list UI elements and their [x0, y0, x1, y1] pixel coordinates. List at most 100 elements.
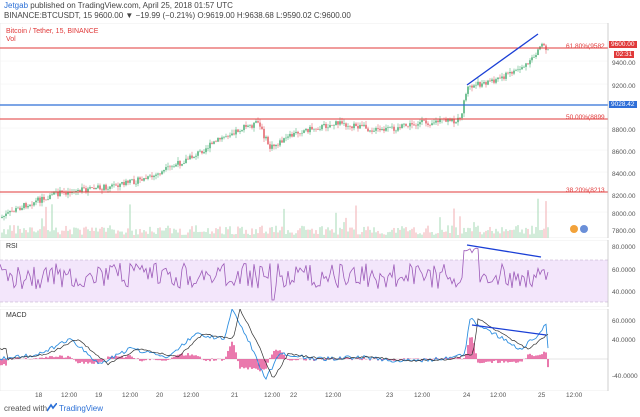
candle-body — [293, 132, 295, 137]
candle-body — [235, 129, 237, 135]
candle-body — [491, 79, 493, 82]
candle-body — [295, 131, 297, 133]
macd-histogram-bar — [73, 359, 75, 360]
macd-histogram-bar — [39, 357, 41, 359]
volume-bar — [347, 231, 349, 238]
volume-bar — [257, 233, 259, 238]
candle-body — [225, 136, 227, 137]
rsi-label: RSI — [6, 243, 18, 250]
volume-bar — [249, 234, 251, 238]
candle-body — [343, 123, 345, 124]
volume-bar — [501, 227, 503, 238]
volume-bar — [51, 204, 53, 238]
volume-bar — [399, 229, 401, 238]
macd-histogram-bar — [283, 354, 285, 359]
candle-body — [283, 138, 285, 143]
candle-body — [111, 184, 113, 187]
macd-histogram-bar — [517, 359, 519, 363]
macd-histogram-bar — [43, 358, 45, 359]
volume-bar — [99, 228, 101, 238]
author-link[interactable]: Jetgab — [4, 1, 28, 10]
volume-bar — [427, 225, 429, 238]
candle-body — [231, 133, 233, 136]
tradingview-brand-link[interactable]: TradingView — [59, 404, 103, 413]
price-tick: 8200.00 — [612, 193, 636, 200]
volume-bar — [459, 216, 461, 238]
price-pane[interactable]: Bitcoin / Tether, 15, BINANCE Vol 61.80%… — [0, 22, 640, 239]
macd-histogram-bar — [359, 359, 361, 360]
macd-chart[interactable] — [0, 307, 640, 392]
candle-body — [83, 187, 85, 189]
volume-bar — [33, 231, 35, 238]
candle-body — [249, 125, 251, 126]
volume-bar — [103, 227, 105, 238]
event-flag-icon[interactable] — [570, 225, 578, 233]
macd-histogram-bar — [45, 356, 47, 359]
candle-body — [109, 186, 111, 189]
candle-body — [537, 49, 539, 56]
candle-body — [535, 55, 537, 57]
time-axis[interactable]: 18 12:00 19 12:00 20 12:00 21 12:00 22 1… — [0, 391, 640, 401]
volume-bar — [213, 233, 215, 238]
volume-bar — [529, 234, 531, 238]
volume-bar — [313, 233, 315, 238]
candle-body — [19, 207, 21, 210]
candle-body — [277, 144, 279, 146]
volume-bar — [67, 230, 69, 238]
candle-body — [405, 123, 407, 126]
volume-bar — [185, 234, 187, 238]
candle-body — [511, 71, 513, 74]
volume-bar — [65, 225, 67, 238]
volume-bar — [133, 234, 135, 238]
rsi-pane[interactable]: RSI 80.0000 60.0000 40.0000 — [0, 239, 640, 308]
volume-bar — [375, 232, 377, 238]
candle-body — [217, 137, 219, 142]
volume-bar — [519, 232, 521, 238]
volume-bar — [547, 227, 549, 238]
candle-body — [101, 189, 103, 191]
volume-bar — [261, 225, 263, 238]
candle-body — [169, 166, 171, 168]
volume-bar — [315, 230, 317, 238]
candle-body — [355, 123, 357, 126]
volume-bar — [353, 229, 355, 238]
volume-bar — [149, 226, 151, 238]
macd-histogram-bar — [455, 358, 457, 359]
candle-body — [463, 100, 465, 114]
volume-bar — [203, 231, 205, 238]
volume-bar — [319, 227, 321, 238]
candle-body — [515, 69, 517, 71]
candle-body — [391, 126, 393, 128]
macd-histogram-bar — [129, 355, 131, 359]
event-flag-icon[interactable] — [580, 225, 588, 233]
candle-body — [547, 49, 549, 51]
volume-bar — [93, 230, 95, 238]
macd-histogram-bar — [213, 359, 215, 361]
macd-histogram-bar — [93, 359, 95, 364]
price-chart[interactable] — [0, 22, 640, 239]
macd-histogram-bar — [83, 359, 85, 364]
volume-bar — [311, 228, 313, 238]
macd-histogram-bar — [99, 359, 101, 362]
macd-pane[interactable]: MACD 60.0000 40.0000 -40.0000 — [0, 307, 640, 392]
volume-bar — [343, 222, 345, 238]
volume-bar — [221, 233, 223, 238]
candle-body — [215, 141, 217, 143]
volume-bar — [433, 234, 435, 238]
volume-bar — [71, 234, 73, 238]
volume-bar — [339, 227, 341, 238]
volume-bar — [47, 230, 49, 238]
volume-bar — [403, 228, 405, 238]
volume-bar — [263, 233, 265, 238]
candle-body — [257, 121, 259, 123]
macd-histogram-bar — [215, 359, 217, 361]
macd-histogram-bar — [475, 353, 477, 359]
volume-bar — [363, 226, 365, 238]
volume-bar — [125, 232, 127, 238]
macd-histogram-bar — [481, 359, 483, 364]
candle-body — [119, 183, 121, 187]
macd-histogram-bar — [185, 355, 187, 359]
candle-body — [313, 128, 315, 130]
volume-bar — [307, 229, 309, 238]
rsi-chart[interactable] — [0, 239, 640, 308]
